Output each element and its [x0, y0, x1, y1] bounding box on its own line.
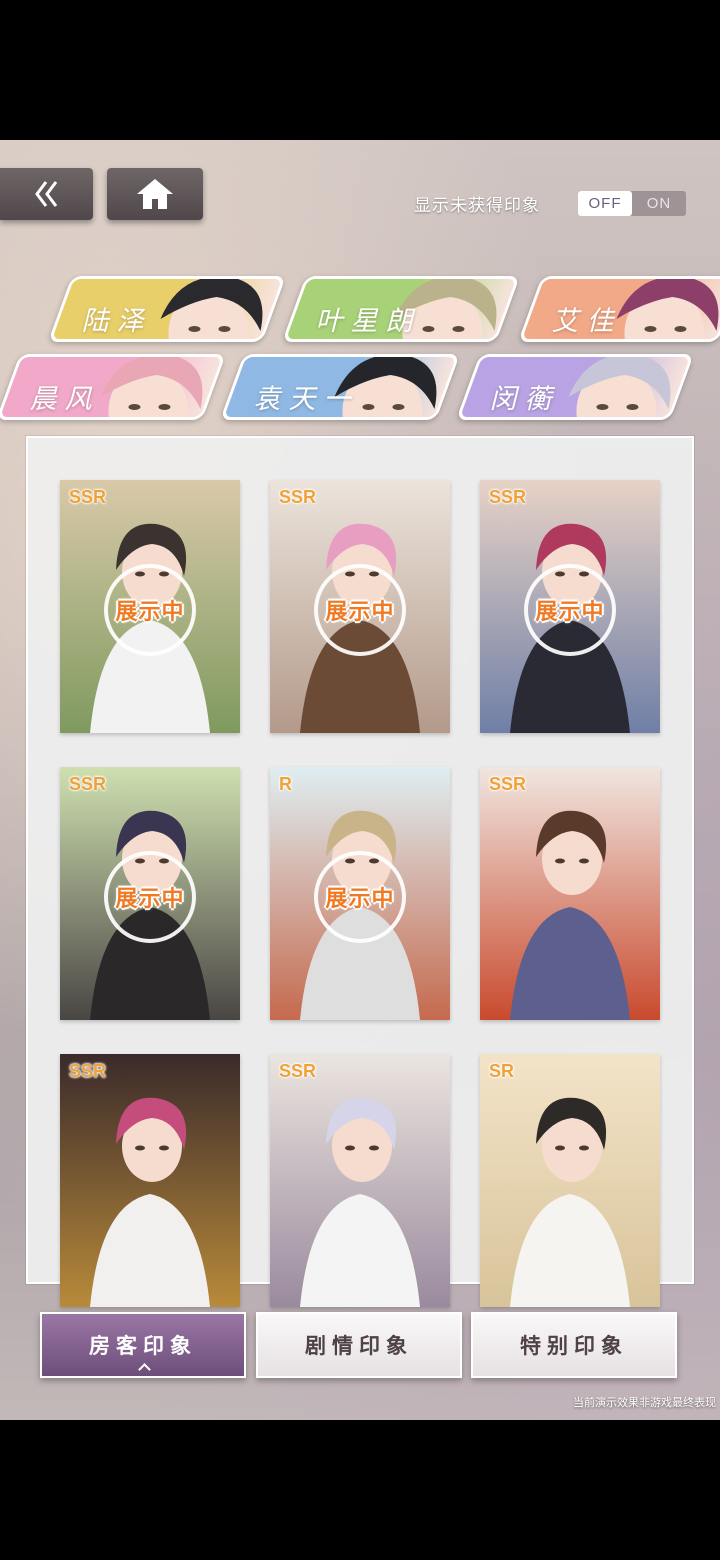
card-illustration — [270, 1054, 450, 1307]
toggle-on-option[interactable]: ON — [632, 191, 686, 216]
card-illustration — [60, 1054, 240, 1307]
card-illustration — [480, 767, 660, 1020]
category-tab[interactable]: 房客印象 — [40, 1312, 246, 1378]
active-caret-icon — [138, 1363, 151, 1376]
rarity-badge: SSR — [69, 487, 107, 507]
double-chevron-left-icon — [34, 181, 57, 207]
character-name: 袁天一 — [253, 384, 359, 415]
rarity-badge: SSR — [489, 487, 527, 507]
navigation-bar-area — [0, 1420, 720, 1560]
category-tab[interactable]: 特别印象 — [471, 1312, 677, 1378]
impression-card[interactable]: SSR 展示中 — [60, 767, 240, 1020]
showing-label: 展示中 — [535, 600, 605, 625]
character-name: 叶星朗 — [315, 306, 421, 337]
impression-card[interactable]: R 展示中 — [270, 767, 450, 1020]
rarity-badge: SSR — [279, 1061, 317, 1081]
impression-card[interactable]: SSR — [270, 1054, 450, 1307]
impression-card[interactable]: SSR — [480, 767, 660, 1020]
show-unobtained-toggle[interactable]: OFF ON — [578, 191, 686, 216]
character-name: 陆泽 — [81, 306, 152, 337]
toggle-off-option[interactable]: OFF — [578, 191, 632, 216]
impression-card[interactable]: SSR 展示中 — [270, 480, 450, 733]
rarity-badge: SSR — [69, 774, 107, 794]
impression-card[interactable]: SSR 展示中 — [480, 480, 660, 733]
category-tab-label: 房客印象 — [89, 1334, 197, 1358]
character-tab[interactable]: 陆泽 — [47, 276, 287, 342]
card-illustration — [480, 1054, 660, 1307]
character-tab[interactable]: 叶星朗 — [281, 276, 521, 342]
impression-card-panel: SSR 展示中 SSR 展示中 SSR 展示中 SSR 展示中 R 展示中 SSR SSR SSR SR — [26, 436, 694, 1307]
character-tab[interactable]: 袁天一 — [219, 354, 461, 420]
impression-card[interactable]: SR — [480, 1054, 660, 1307]
status-bar-area — [0, 0, 720, 140]
character-name: 闵蘅 — [489, 384, 560, 415]
rarity-badge: SSR — [489, 774, 527, 794]
category-tab-label: 剧情印象 — [305, 1334, 413, 1358]
character-name: 艾佳 — [551, 306, 622, 337]
showing-label: 展示中 — [325, 600, 395, 625]
character-tab[interactable]: 闵蘅 — [455, 354, 695, 420]
rarity-badge: SR — [489, 1061, 515, 1081]
rarity-badge: R — [279, 774, 292, 794]
impression-card[interactable]: SSR — [60, 1054, 240, 1307]
showing-label: 展示中 — [115, 887, 185, 912]
character-tab[interactable]: 艾佳 — [517, 276, 720, 342]
impression-card[interactable]: SSR 展示中 — [60, 480, 240, 733]
showing-label: 展示中 — [325, 887, 395, 912]
back-button[interactable] — [0, 168, 93, 220]
showing-label: 展示中 — [115, 600, 185, 625]
rarity-badge: SSR — [69, 1061, 107, 1081]
show-unobtained-label: 显示未获得印象 — [414, 196, 540, 216]
home-icon — [137, 179, 173, 209]
category-tab-label: 特别印象 — [520, 1334, 628, 1358]
character-name: 晨风 — [29, 384, 100, 415]
rarity-badge: SSR — [279, 487, 317, 507]
disclaimer-text: 当前演示效果非游戏最终表现 — [573, 1396, 716, 1409]
home-button[interactable] — [107, 168, 203, 220]
category-tab[interactable]: 剧情印象 — [256, 1312, 462, 1378]
character-tab[interactable]: 晨风 — [0, 354, 227, 420]
